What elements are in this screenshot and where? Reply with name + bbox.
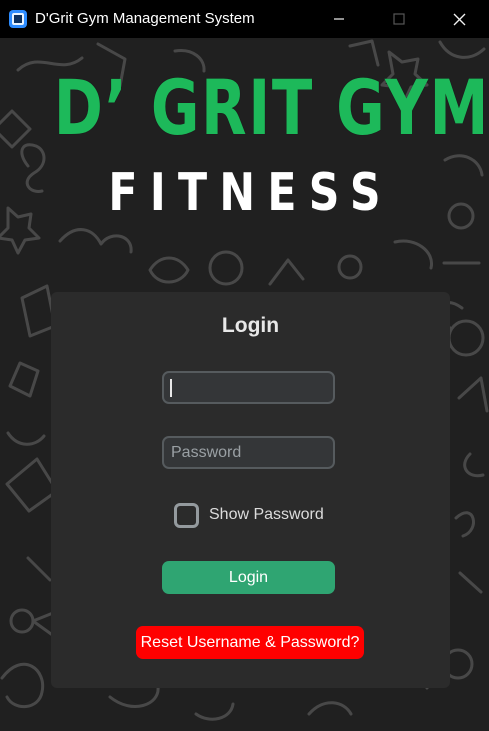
show-password-option[interactable]: Show Password — [174, 500, 324, 530]
title-bar[interactable]: D'Grit Gym Management System — [0, 0, 489, 38]
close-icon — [453, 13, 465, 25]
login-button[interactable]: Login — [162, 561, 335, 594]
app-window-icon — [9, 10, 27, 28]
username-field[interactable] — [162, 371, 335, 404]
show-password-label: Show Password — [209, 506, 324, 523]
login-card: Login Show Password Login Reset Username… — [51, 292, 450, 688]
show-password-checkbox[interactable] — [174, 502, 199, 528]
minimize-icon — [334, 18, 344, 20]
login-heading: Login — [221, 314, 280, 337]
brand-title: D’ GRIT GYM — [53, 63, 489, 152]
window-title: D'Grit Gym Management System — [35, 10, 255, 27]
reset-credentials-button[interactable]: Reset Username & Password? — [136, 626, 364, 659]
maximize-button[interactable] — [369, 0, 429, 38]
minimize-button[interactable] — [309, 0, 369, 38]
password-field[interactable] — [162, 436, 335, 469]
text-cursor — [170, 379, 172, 397]
close-button[interactable] — [429, 0, 489, 38]
window-controls — [309, 0, 489, 38]
app-window: D'Grit Gym Management System D’ GRIT GYM… — [0, 0, 489, 731]
maximize-icon — [393, 13, 405, 25]
brand-header: D’ GRIT GYM FITNESS — [0, 38, 489, 223]
brand-subtitle: FITNESS — [108, 163, 393, 223]
